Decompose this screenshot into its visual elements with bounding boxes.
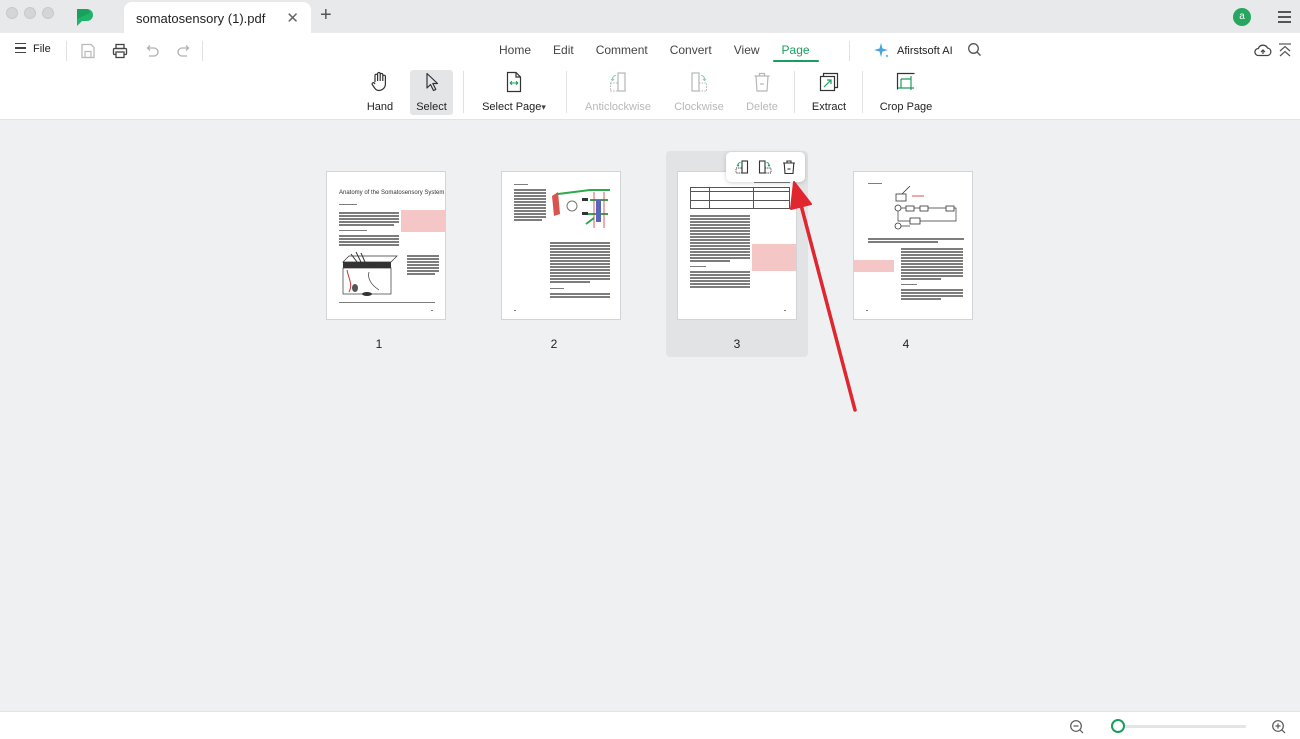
page-3-rotate-anticlockwise-button[interactable] <box>734 159 750 175</box>
page-number: 4 <box>902 337 910 351</box>
window-close-button[interactable] <box>6 7 18 19</box>
divider <box>862 71 863 113</box>
sparkle-icon <box>874 43 889 58</box>
rotate-anticlockwise-label: Anticlockwise <box>584 101 652 113</box>
extract-icon <box>819 72 839 92</box>
divider <box>463 71 464 113</box>
cloud-upload-icon[interactable] <box>1254 42 1272 58</box>
hand-tool-button[interactable]: Hand <box>364 70 396 115</box>
tab-view[interactable]: View <box>723 43 771 65</box>
select-page-dropdown[interactable]: Select Page▾ <box>478 70 550 115</box>
window-minimize-button[interactable] <box>24 7 36 19</box>
page-thumbnail-4[interactable]: 4 <box>835 151 977 357</box>
file-menu-label: File <box>33 43 51 56</box>
print-icon[interactable] <box>111 42 129 60</box>
rotate-clockwise-icon <box>691 72 707 92</box>
hamburger-icon <box>15 43 26 56</box>
new-tab-button[interactable]: + <box>320 4 332 27</box>
rotate-anticlockwise-icon <box>610 72 626 92</box>
page-number: 2 <box>550 337 558 351</box>
close-tab-icon[interactable]: ✕ <box>286 9 299 27</box>
toolbar: File Home Edit Comment Convert View Page… <box>0 33 1300 120</box>
divider <box>566 71 567 113</box>
window-zoom-button[interactable] <box>42 7 54 19</box>
undo-icon[interactable] <box>143 42 161 60</box>
page-thumbnail-canvas: Anatomy of the Somatosensory System 1 2 … <box>0 121 1300 711</box>
trash-icon <box>783 160 796 175</box>
crop-page-button[interactable]: Crop Page <box>876 70 936 115</box>
page-3-table <box>690 187 790 209</box>
collapse-ribbon-icon[interactable] <box>1278 42 1292 58</box>
file-menu-button[interactable]: File <box>15 43 51 56</box>
tab-page[interactable]: Page <box>771 43 821 65</box>
page-1-title: Anatomy of the Somatosensory System <box>339 190 445 196</box>
select-tool-label: Select <box>416 101 447 113</box>
figure-neural-pathway <box>552 189 610 228</box>
chevron-down-icon: ▾ <box>541 102 546 112</box>
page-preview <box>677 171 797 320</box>
zoom-out-icon[interactable] <box>1069 719 1085 735</box>
app-menu-icon[interactable] <box>1278 11 1291 26</box>
divider <box>202 41 203 61</box>
divider <box>66 41 67 61</box>
delete-page-button[interactable]: Delete <box>744 70 780 115</box>
figure-skin-diagram <box>342 251 398 296</box>
crop-icon <box>896 72 915 90</box>
status-bar <box>0 711 1300 739</box>
page-number: 3 <box>733 337 741 351</box>
title-bar: somatosensory (1).pdf ✕ + a <box>0 0 1300 33</box>
figure-block-diagram <box>894 186 957 230</box>
document-tab-title: somatosensory (1).pdf <box>136 11 266 26</box>
rotate-clockwise-icon <box>759 160 772 174</box>
page-number: 1 <box>375 337 383 351</box>
redo-icon[interactable] <box>175 42 193 60</box>
cursor-icon <box>425 72 438 92</box>
select-page-icon <box>506 71 522 93</box>
tab-comment[interactable]: Comment <box>585 43 659 65</box>
hand-icon <box>371 71 386 92</box>
select-page-label: Select Page▾ <box>482 101 546 113</box>
rotate-anticlockwise-button[interactable]: Anticlockwise <box>582 70 654 115</box>
app-logo-icon <box>77 9 93 26</box>
select-page-text: Select Page <box>482 101 542 113</box>
user-avatar[interactable]: a <box>1233 8 1251 26</box>
tab-home[interactable]: Home <box>488 43 542 65</box>
tab-convert[interactable]: Convert <box>659 43 723 65</box>
search-icon[interactable] <box>967 42 982 57</box>
page-preview: Anatomy of the Somatosensory System <box>326 171 446 320</box>
extract-page-label: Extract <box>811 101 847 113</box>
tab-edit[interactable]: Edit <box>542 43 585 65</box>
divider <box>849 41 850 61</box>
rotate-clockwise-button[interactable]: Clockwise <box>671 70 727 115</box>
page-preview <box>853 171 973 320</box>
divider <box>794 71 795 113</box>
crop-page-label: Crop Page <box>879 101 933 113</box>
save-icon[interactable] <box>79 42 97 60</box>
ai-assistant-label: Afirstsoft AI <box>897 44 953 57</box>
zoom-in-icon[interactable] <box>1271 719 1287 735</box>
zoom-slider-thumb[interactable] <box>1111 719 1125 733</box>
trash-icon <box>754 72 770 92</box>
select-tool-button[interactable]: Select <box>410 70 453 115</box>
ai-assistant-button[interactable]: Afirstsoft AI <box>873 42 953 59</box>
menu-tabs: Home Edit Comment Convert View Page <box>488 43 821 65</box>
page-preview <box>501 171 621 320</box>
delete-page-label: Delete <box>746 101 778 113</box>
page-thumbnail-1[interactable]: Anatomy of the Somatosensory System 1 <box>308 151 450 357</box>
page-3-rotate-clockwise-button[interactable] <box>757 159 773 175</box>
rotate-anticlockwise-icon <box>735 160 748 174</box>
page-thumbnail-2[interactable]: 2 <box>483 151 625 357</box>
hand-tool-label: Hand <box>366 101 394 113</box>
zoom-slider[interactable] <box>1111 719 1246 733</box>
extract-page-button[interactable]: Extract <box>808 70 850 115</box>
rotate-clockwise-label: Clockwise <box>674 101 724 113</box>
document-tab[interactable]: somatosensory (1).pdf ✕ <box>124 2 311 33</box>
page-3-hover-toolbar <box>726 152 805 182</box>
page-3-delete-button[interactable] <box>781 159 797 175</box>
